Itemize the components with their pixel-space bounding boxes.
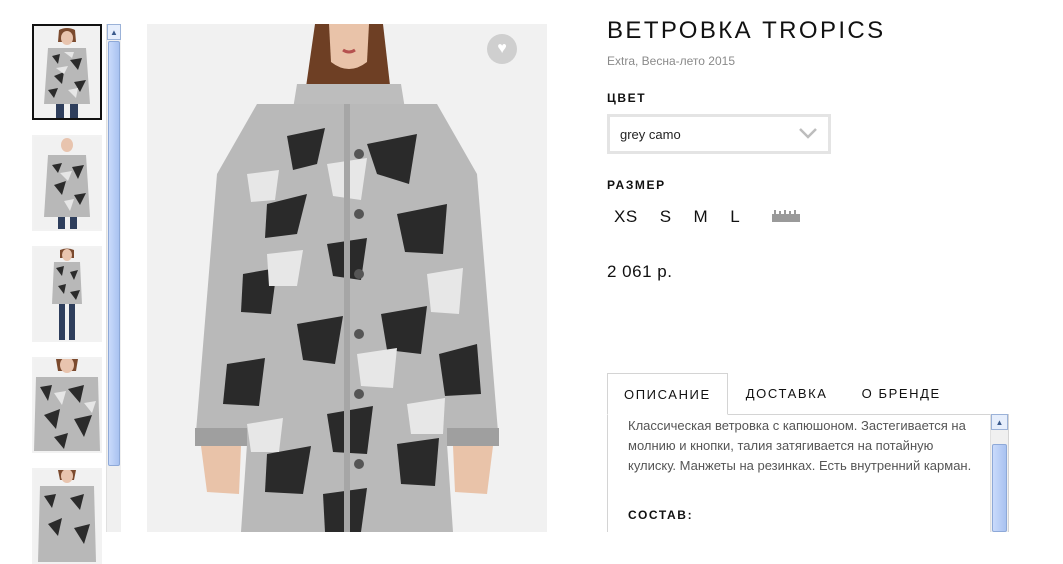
product-price: 2 061 р.: [607, 262, 673, 281]
thumbnail-3[interactable]: [32, 246, 102, 342]
color-select-value: grey camo: [620, 127, 681, 142]
info-tabs: ОПИСАНИЕ ДОСТАВКА О БРЕНДЕ: [607, 373, 959, 415]
product-photo: [147, 24, 547, 532]
size-option-l[interactable]: L: [730, 207, 740, 227]
color-select[interactable]: grey camo: [607, 114, 831, 154]
size-options: XS S M L: [614, 207, 801, 227]
main-product-image[interactable]: [147, 24, 547, 532]
size-option-xs[interactable]: XS: [614, 207, 638, 227]
chevron-down-icon: [799, 128, 817, 139]
composition-label: СОСТАВ:: [628, 508, 694, 522]
product-subtitle: Extra, Весна-лето 2015: [607, 54, 735, 68]
thumbnail-photo: [34, 359, 100, 451]
tab-panel-description: Классическая ветровка с капюшоном. Засте…: [607, 414, 1009, 532]
tab-delivery[interactable]: ДОСТАВКА: [730, 373, 844, 414]
ruler-icon[interactable]: [772, 210, 801, 222]
thumbnail-5[interactable]: [32, 468, 102, 564]
description-text: Классическая ветровка с капюшоном. Засте…: [628, 418, 972, 473]
thumbnail-4[interactable]: [32, 357, 102, 453]
tab-brand[interactable]: О БРЕНДЕ: [846, 373, 957, 414]
thumbnail-photo: [34, 26, 100, 118]
scrollbar-thumb[interactable]: [992, 444, 1007, 532]
thumbnail-2[interactable]: [32, 135, 102, 231]
thumbnail-1[interactable]: [32, 24, 102, 120]
product-title: ВЕТРОВКА TROPICS: [607, 17, 886, 44]
thumbnail-photo: [34, 470, 100, 562]
tab-description[interactable]: ОПИСАНИЕ: [607, 373, 728, 415]
thumbnail-photo: [34, 248, 100, 340]
size-option-s[interactable]: S: [660, 207, 672, 227]
size-option-m[interactable]: M: [694, 207, 709, 227]
favorite-button[interactable]: ♥: [487, 34, 517, 64]
scrollbar-thumb[interactable]: [108, 41, 120, 466]
thumbnail-photo: [34, 137, 100, 229]
scroll-up-icon[interactable]: ▲: [107, 24, 121, 40]
thumbnail-scrollbar[interactable]: ▲: [106, 24, 121, 532]
scroll-up-icon[interactable]: ▲: [991, 414, 1008, 430]
color-label: ЦВЕТ: [607, 91, 647, 105]
size-label: РАЗМЕР: [607, 178, 666, 192]
description-scrollbar[interactable]: ▲: [990, 414, 1008, 532]
heart-icon: ♥: [497, 40, 507, 57]
